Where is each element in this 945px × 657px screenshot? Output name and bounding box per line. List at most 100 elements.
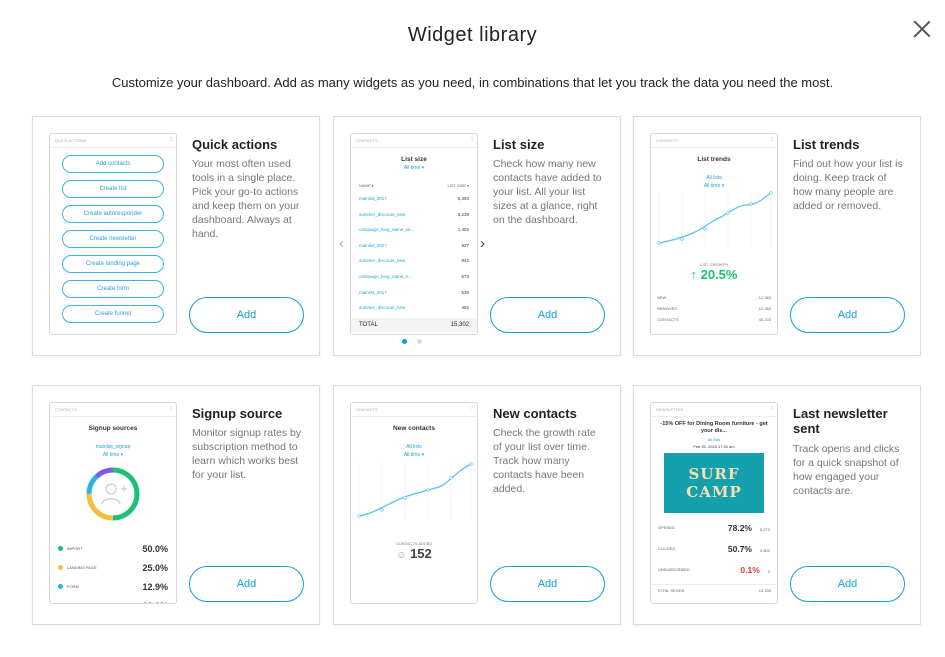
total-label: TOTAL <box>359 321 378 328</box>
list-name[interactable]: mainlist_2017 <box>359 285 387 301</box>
add-new-contacts-button[interactable]: Add <box>490 566 605 602</box>
widget-card-quick-actions: QUICK ACTIONS Add contacts Create list Cre… <box>32 116 320 356</box>
source-color-dot <box>58 565 63 571</box>
contacts-added-value: 152 <box>410 546 432 561</box>
preview-title: Signup sources <box>88 425 138 432</box>
close-icon[interactable] <box>913 20 931 38</box>
widget-description: Your most often used tools in a single p… <box>192 158 300 240</box>
stat-values: 50.7% 3,502 <box>728 544 770 554</box>
source-row: LANDING PAGE 25.0% <box>50 558 176 577</box>
source-value: 12.9% <box>142 581 168 592</box>
modal-subtitle: Customize your dashboard. Add as many wi… <box>111 75 834 90</box>
preview-title: List size <box>401 156 427 163</box>
trend-value: 12,383 <box>758 306 771 311</box>
add-quick-actions-button[interactable]: Add <box>189 297 304 333</box>
table-row: mainlist_2017 927 <box>351 238 477 254</box>
source-label: SURVEY <box>58 603 83 604</box>
table-row: summer_discount_new 842 <box>351 253 477 269</box>
quick-action-button[interactable]: Add contacts <box>62 155 164 173</box>
trend-row: NEW 12,383 <box>651 292 777 303</box>
widget-title: List size <box>493 137 545 152</box>
add-last-newsletter-button[interactable]: Add <box>790 566 905 602</box>
list-name[interactable]: summer_discount_new <box>359 207 405 223</box>
list-size-value: 3,239 <box>457 211 469 217</box>
quick-action-button[interactable]: Create list <box>62 180 164 198</box>
trend-label: CONTACTS <box>657 317 679 322</box>
table-row: mainlist_2017 530 <box>351 285 477 301</box>
newsletter-subject: -15% OFF for Dining Room furniture - get… <box>660 421 768 434</box>
signup-donut <box>50 464 176 529</box>
new-contacts-preview: CONTACTS New contacts All lists All time… <box>350 402 478 604</box>
quick-action-button[interactable]: Create newsletter <box>62 230 164 248</box>
list-trends-rows: NEW 12,383 REMOVED 12,383 CONTACTS 40,203 <box>651 292 777 325</box>
newsletter-total: TOTAL SENDS 13,335 <box>651 584 777 595</box>
widget-card-new-contacts: CONTACTS New contacts All lists All time… <box>333 385 621 625</box>
add-list-trends-button[interactable]: Add <box>790 297 905 333</box>
widget-card-signup-source: CONTACTS Signup sources mainlist_signup … <box>32 385 320 625</box>
chevron-left-icon[interactable]: ‹ <box>339 235 344 252</box>
list-size-total: TOTAL 15,302 <box>351 317 477 332</box>
newsletter-image-text: SURF CAMP <box>686 465 742 501</box>
chevron-right-icon[interactable]: › <box>480 235 485 252</box>
widget-title: New contacts <box>493 406 577 421</box>
trend-value: 12,383 <box>758 295 771 300</box>
quick-action-button[interactable]: Create form <box>62 280 164 298</box>
source-row: SURVEY 12.0% <box>50 596 176 604</box>
source-name: FORM <box>67 583 79 589</box>
signup-source-preview: CONTACTS Signup sources mainlist_signup … <box>49 402 177 604</box>
widget-description: Check the growth rate of your list over … <box>493 427 596 495</box>
preview-filter-list: All lists <box>406 444 422 450</box>
total-value: 15,302 <box>450 321 469 328</box>
list-name[interactable]: mainlist_2017 <box>359 238 387 254</box>
add-list-size-button[interactable]: Add <box>490 297 605 333</box>
stat-count: 3 <box>767 568 770 574</box>
column-name: NAME ▾ <box>359 183 374 188</box>
preview-header: CONTACTS <box>351 403 477 417</box>
growth-value: ↑ 20.5% <box>690 267 738 282</box>
preview-filter: All time ▾ <box>403 165 425 171</box>
preview-filter-list: All lists <box>706 175 722 181</box>
newsletter-list: All lists <box>707 437 721 442</box>
trend-value: 40,203 <box>758 317 771 322</box>
user-icon <box>105 483 117 495</box>
source-value: 25.0% <box>142 562 168 573</box>
stat-values: 78.2% 6,273 <box>728 523 770 533</box>
list-name[interactable]: campaign_long_name_v... <box>359 269 411 285</box>
list-size-value: 673 <box>461 273 469 279</box>
newsletter-stats: OPENED 78.2% 6,273 CLICKED 50.7% 3,502 UNSUBSC… <box>651 517 777 580</box>
quick-action-button[interactable]: Create landing page <box>62 255 164 273</box>
newsletter-stat-row: UNSUBSCRIBED 0.1% 3 <box>651 559 777 580</box>
total-sends-label: TOTAL SENDS <box>657 588 685 593</box>
table-row: summer_discount_new 3,239 <box>351 207 477 223</box>
source-value: 50.0% <box>142 543 168 554</box>
carousel-dots <box>402 339 422 344</box>
newsletter-image: SURF CAMP <box>664 453 764 513</box>
widget-card-list-trends: CONTACTS List trends All lists All time … <box>633 116 921 356</box>
preview-title: List trends <box>697 156 731 163</box>
quick-action-button[interactable]: Create funnel <box>62 305 164 323</box>
source-name: SURVEY <box>67 603 83 604</box>
list-size-rows: mainlist_2017 5,393 summer_discount_new 3,2… <box>351 191 477 316</box>
carousel-dot[interactable] <box>402 339 407 344</box>
stat-percent: 50.7% <box>727 543 752 554</box>
list-name[interactable]: summer_discount_new <box>359 300 405 316</box>
widget-title: Quick actions <box>192 137 278 152</box>
contacts-added: ☺ 152 <box>351 546 477 561</box>
list-name[interactable]: campaign_long_name_ve... <box>359 222 414 238</box>
source-color-dot <box>58 546 63 552</box>
source-color-dot <box>58 584 63 590</box>
widget-card-list-size: CONTACTS List size All time ▾ NAME ▾ LIS… <box>333 116 621 356</box>
carousel-dot[interactable] <box>417 339 422 344</box>
list-name[interactable]: summer_discount_new <box>359 253 405 269</box>
list-name[interactable]: mainlist_2017 <box>359 191 387 207</box>
new-contacts-line-chart <box>357 462 473 520</box>
source-name: IMPORT <box>67 545 83 551</box>
source-label: LANDING PAGE <box>58 564 97 571</box>
source-name: LANDING PAGE <box>67 564 97 570</box>
add-signup-source-button[interactable]: Add <box>189 566 304 602</box>
source-value: 12.0% <box>142 601 168 604</box>
list-size-header: NAME ▾ LIST SIZE ▾ <box>351 183 477 191</box>
table-row: campaign_long_name_ve... 1,402 <box>351 222 477 238</box>
quick-action-button[interactable]: Create autoresponder <box>62 205 164 223</box>
table-row: campaign_long_name_v... 673 <box>351 269 477 285</box>
